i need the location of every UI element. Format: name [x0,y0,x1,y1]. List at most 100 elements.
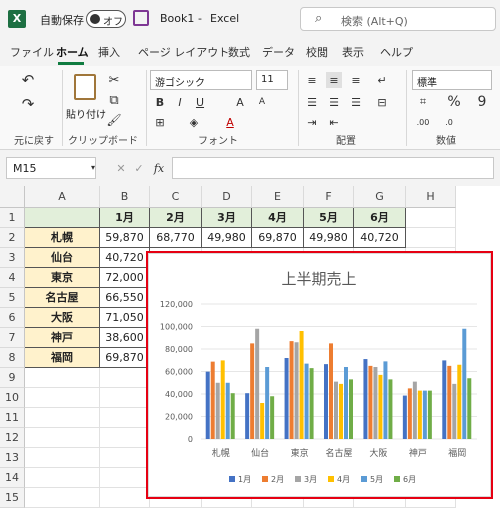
value-cell[interactable]: 69,870 [100,348,150,368]
city-cell[interactable]: 神戸 [25,328,100,348]
enter-icon[interactable]: ✓ [132,160,146,176]
header-cell-month[interactable]: 6月 [354,208,406,228]
cell[interactable] [25,388,100,408]
wrap-text-icon[interactable]: ↵ [374,72,390,88]
bold-icon[interactable]: B [152,94,168,110]
cell[interactable] [100,408,150,428]
tab-home[interactable]: ホーム [56,44,89,60]
row-header-8[interactable]: 8 [0,348,25,368]
align-top-icon[interactable]: ≡ [304,72,320,88]
tab-view[interactable]: 表示 [342,44,364,60]
redo-icon[interactable]: ↷ [18,94,38,114]
value-cell[interactable]: 38,600 [100,328,150,348]
row-header-9[interactable]: 9 [0,368,25,388]
value-cell[interactable]: 68,770 [150,228,202,248]
city-cell[interactable]: 福岡 [25,348,100,368]
column-header-g[interactable]: G [354,186,406,208]
row-header-13[interactable]: 13 [0,448,25,468]
cell[interactable] [25,428,100,448]
select-all-corner[interactable] [0,186,25,208]
cell[interactable] [406,228,456,248]
cell[interactable] [25,488,100,508]
search-box[interactable]: ⌕ 検索 (Alt+Q) [300,7,496,31]
cell[interactable] [25,408,100,428]
column-header-a[interactable]: A [25,186,100,208]
align-center-icon[interactable]: ☰ [326,94,342,110]
cancel-icon[interactable]: ✕ [114,160,128,176]
decrease-decimal-icon[interactable]: .0 [440,114,458,130]
save-icon[interactable] [133,10,149,26]
align-left-icon[interactable]: ☰ [304,94,320,110]
format-painter-icon[interactable]: 🖌 [106,112,122,128]
value-cell[interactable]: 59,870 [100,228,150,248]
city-cell[interactable]: 東京 [25,268,100,288]
cell[interactable] [25,468,100,488]
column-header-f[interactable]: F [304,186,354,208]
header-cell-month[interactable]: 2月 [150,208,202,228]
row-header-7[interactable]: 7 [0,328,25,348]
tab-help[interactable]: ヘルプ [380,44,413,60]
column-header-b[interactable]: B [100,186,150,208]
underline-icon[interactable]: U [192,94,208,110]
city-cell[interactable]: 名古屋 [25,288,100,308]
row-header-1[interactable]: 1 [0,208,25,228]
tab-review[interactable]: 校閲 [306,44,328,60]
value-cell[interactable]: 72,000 [100,268,150,288]
row-header-3[interactable]: 3 [0,248,25,268]
percent-icon[interactable]: % [446,94,462,110]
row-header-11[interactable]: 11 [0,408,25,428]
value-cell[interactable]: 49,980 [304,228,354,248]
row-header-4[interactable]: 4 [0,268,25,288]
outdent-icon[interactable]: ⇤ [326,114,342,130]
cut-icon[interactable]: ✂ [106,72,122,88]
value-cell[interactable]: 40,720 [100,248,150,268]
column-header-e[interactable]: E [252,186,304,208]
paste-icon[interactable] [74,74,96,100]
value-cell[interactable]: 40,720 [354,228,406,248]
align-middle-icon[interactable]: ≡ [326,72,342,88]
formula-input[interactable] [172,157,494,179]
column-header-c[interactable]: C [150,186,202,208]
indent-icon[interactable]: ⇥ [304,114,320,130]
header-cell-month[interactable]: 5月 [304,208,354,228]
header-cell-month[interactable]: 3月 [202,208,252,228]
value-cell[interactable]: 49,980 [202,228,252,248]
row-header-12[interactable]: 12 [0,428,25,448]
italic-icon[interactable]: I [172,94,188,110]
column-header-d[interactable]: D [202,186,252,208]
header-cell-month[interactable]: 1月 [100,208,150,228]
name-box-dropdown-icon[interactable]: ▾ [88,162,98,172]
increase-font-icon[interactable]: A [232,94,248,110]
header-cell-month[interactable]: 4月 [252,208,304,228]
merge-icon[interactable]: ⊟ [374,94,390,110]
decrease-font-icon[interactable]: A [254,94,270,110]
increase-decimal-icon[interactable]: .00 [414,114,432,130]
cell[interactable] [100,368,150,388]
tab-formulas[interactable]: 数式 [228,44,250,60]
undo-icon[interactable]: ↶ [18,70,38,90]
row-header-2[interactable]: 2 [0,228,25,248]
cell[interactable] [25,448,100,468]
currency-icon[interactable]: ⌗ [414,94,432,110]
autosave-toggle[interactable]: オフ [86,10,126,28]
comma-style-icon[interactable]: 9 [474,94,490,110]
cell[interactable] [25,368,100,388]
row-header-14[interactable]: 14 [0,468,25,488]
city-cell[interactable]: 仙台 [25,248,100,268]
cell[interactable] [100,488,150,508]
tab-insert[interactable]: 挿入 [98,44,120,60]
row-header-15[interactable]: 15 [0,488,25,508]
header-cell-a1[interactable] [25,208,100,228]
tab-data[interactable]: データ [262,44,295,60]
cell[interactable] [406,208,456,228]
cell[interactable] [100,388,150,408]
row-header-6[interactable]: 6 [0,308,25,328]
paste-label[interactable]: 貼り付け [66,106,106,121]
row-header-10[interactable]: 10 [0,388,25,408]
value-cell[interactable]: 69,870 [252,228,304,248]
city-cell[interactable]: 大阪 [25,308,100,328]
cell[interactable] [100,468,150,488]
borders-icon[interactable]: ⊞ [152,114,168,130]
name-box[interactable]: M15 [6,157,96,179]
font-size-dropdown[interactable]: 11 [256,70,288,90]
